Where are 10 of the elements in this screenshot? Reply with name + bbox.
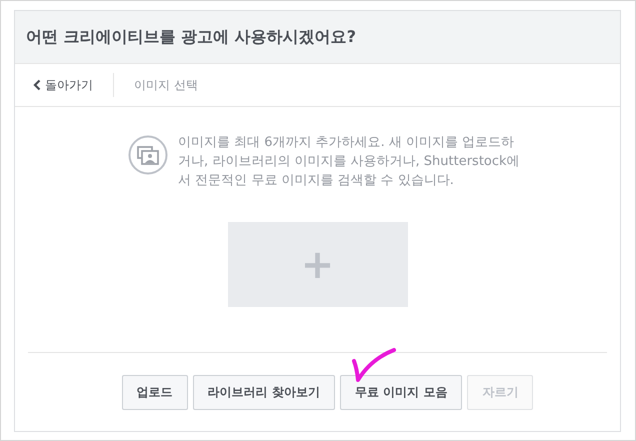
breadcrumb-current: 이미지 선택	[134, 76, 198, 94]
instructions-text: 이미지를 최대 6개까지 추가하세요. 새 이미지를 업로드하거나, 라이브러리의 이미지를 사용하거나, Shutterstock에서 전문적인 무료 이미지를 검색할 수 있습니다.	[178, 134, 521, 190]
dialog-title: 어떤 크리에이티브를 광고에 사용하시겠어요?	[26, 26, 356, 48]
check-mark-drawing	[351, 347, 397, 383]
back-link[interactable]: 돌아가기	[33, 76, 93, 94]
action-button[interactable]: 라이브러리 찾아보기	[192, 374, 335, 410]
chevron-left-icon	[33, 79, 41, 91]
images-icon	[128, 135, 168, 175]
action-button[interactable]: 무료 이미지 모음	[340, 374, 462, 410]
action-button[interactable]: 업로드	[122, 374, 188, 410]
